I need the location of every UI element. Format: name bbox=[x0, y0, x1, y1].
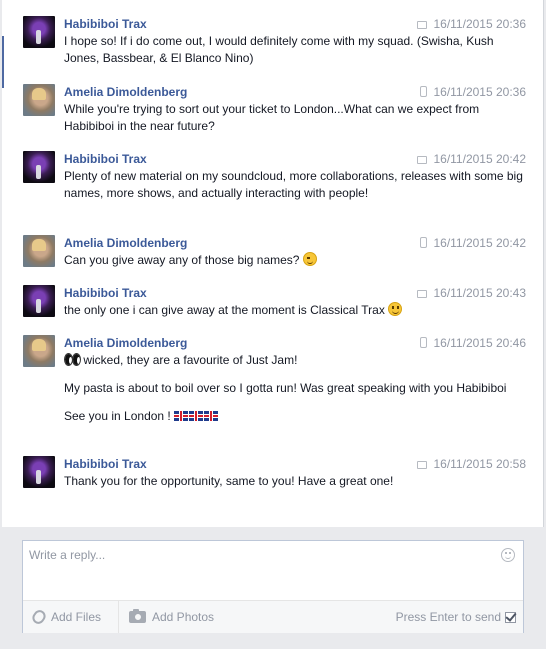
reply-composer: Add Files Add Photos Press Enter to send bbox=[22, 540, 524, 633]
message-timestamp: 16/11/2015 20:36 bbox=[420, 84, 526, 101]
message-item: Amelia Dimoldenberg 16/11/2015 20:36 Whi… bbox=[23, 84, 526, 141]
uk-flag-icon bbox=[204, 411, 219, 421]
desktop-icon bbox=[417, 290, 428, 298]
avatar[interactable] bbox=[23, 335, 55, 367]
add-files-button[interactable]: Add Files bbox=[30, 601, 102, 633]
message-timestamp: 16/11/2015 20:46 bbox=[420, 335, 526, 352]
message-text: See you in London ! bbox=[64, 408, 526, 425]
add-files-label: Add Files bbox=[51, 610, 102, 624]
composer-toolbar: Add Files Add Photos Press Enter to send bbox=[23, 600, 523, 633]
avatar[interactable] bbox=[23, 456, 55, 488]
message-item: Habibiboi Trax 16/11/2015 20:58 Thank yo… bbox=[23, 456, 526, 496]
message-text: I hope so! If i do come out, I would def… bbox=[64, 34, 494, 65]
avatar[interactable] bbox=[23, 151, 55, 183]
message-timestamp: 16/11/2015 20:36 bbox=[417, 16, 526, 33]
message-timestamp: 16/11/2015 20:43 bbox=[417, 285, 526, 302]
phone-icon bbox=[420, 337, 428, 348]
message-timestamp: 16/11/2015 20:42 bbox=[420, 235, 526, 252]
add-photos-label: Add Photos bbox=[152, 610, 215, 624]
emoji-picker-icon[interactable] bbox=[501, 548, 515, 562]
add-photos-button[interactable]: Add Photos bbox=[118, 601, 214, 633]
message-text: Thank you for the opportunity, same to y… bbox=[64, 474, 394, 488]
message-item: Habibiboi Trax 16/11/2015 20:42 Plenty o… bbox=[23, 151, 526, 208]
uk-flag-icon bbox=[189, 411, 204, 421]
message-text: Can you give away any of those big names… bbox=[64, 252, 526, 269]
press-enter-toggle[interactable]: Press Enter to send bbox=[396, 601, 516, 633]
message-text: the only one i can give away at the mome… bbox=[64, 302, 526, 319]
eyes-emoji-icon bbox=[64, 353, 81, 366]
message-text: wicked, they are a favourite of Just Jam… bbox=[64, 352, 526, 369]
message-text: Plenty of new material on my soundcloud,… bbox=[64, 169, 523, 200]
message-text: While you're trying to sort out your tic… bbox=[64, 102, 480, 133]
reply-input[interactable] bbox=[23, 541, 523, 599]
message-timestamp: 16/11/2015 20:42 bbox=[417, 151, 526, 168]
camera-icon bbox=[129, 609, 146, 623]
smile-emoji-icon bbox=[388, 302, 403, 316]
checkbox-icon[interactable] bbox=[505, 611, 516, 623]
thread-accent-bar bbox=[2, 36, 4, 88]
press-enter-label: Press Enter to send bbox=[395, 610, 501, 624]
avatar[interactable] bbox=[23, 16, 55, 48]
message-item: Amelia Dimoldenberg 16/11/2015 20:46 wic… bbox=[23, 335, 526, 431]
uk-flag-icons bbox=[174, 409, 219, 423]
avatar[interactable] bbox=[23, 84, 55, 116]
message-timestamp: 16/11/2015 20:58 bbox=[417, 456, 526, 473]
paperclip-icon bbox=[30, 607, 48, 627]
message-item: Habibiboi Trax 16/11/2015 20:43 the only… bbox=[23, 285, 526, 325]
message-text: My pasta is about to boil over so I gott… bbox=[64, 381, 507, 395]
phone-icon bbox=[420, 237, 428, 248]
desktop-icon bbox=[417, 21, 428, 29]
message-item: Habibiboi Trax 16/11/2015 20:36 I hope s… bbox=[23, 16, 526, 73]
desktop-icon bbox=[417, 461, 428, 469]
desktop-icon bbox=[417, 156, 428, 164]
message-thread: Habibiboi Trax 16/11/2015 20:36 I hope s… bbox=[2, 0, 544, 527]
avatar[interactable] bbox=[23, 285, 55, 317]
phone-icon bbox=[420, 86, 428, 97]
wink-emoji-icon bbox=[302, 252, 317, 266]
message-item: Amelia Dimoldenberg 16/11/2015 20:42 Can… bbox=[23, 235, 526, 275]
avatar[interactable] bbox=[23, 235, 55, 267]
uk-flag-icon bbox=[174, 411, 189, 421]
